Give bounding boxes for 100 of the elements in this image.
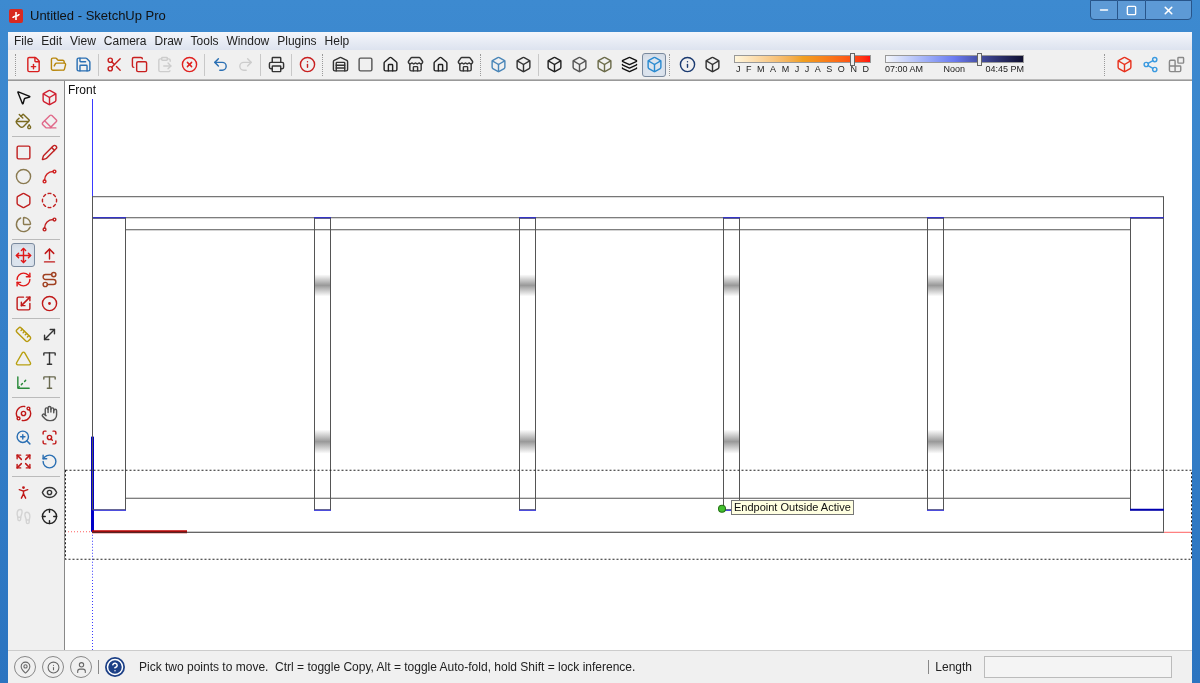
magnifier-icon [14, 428, 32, 446]
month-label: S [826, 64, 833, 74]
menu-item[interactable]: View [66, 33, 100, 49]
month-slider[interactable] [734, 55, 871, 63]
maximize-icon [1126, 4, 1137, 16]
arc-icon [40, 191, 58, 209]
layers-icon [620, 56, 638, 73]
hexagon-icon [14, 191, 32, 209]
text-icon [40, 349, 58, 367]
undo-icon [40, 452, 58, 470]
folder-icon [49, 56, 67, 73]
redo-icon [236, 56, 254, 73]
window-title: Untitled - SketchUp Pro [30, 7, 166, 26]
time-label: 07:00 AM [885, 64, 924, 74]
cube-icon [545, 56, 563, 73]
crosshair-icon [40, 507, 58, 525]
menu-item[interactable]: Edit [37, 33, 67, 49]
delete-icon [180, 56, 198, 73]
cube-icon [703, 56, 721, 73]
info-icon [298, 56, 316, 73]
month-label: J [804, 64, 810, 74]
ruler-icon [14, 325, 32, 343]
scissors-icon [105, 56, 123, 73]
time-slider[interactable] [885, 55, 1024, 63]
house-icon [381, 56, 399, 73]
measurements-field[interactable] [984, 656, 1172, 678]
offset-icon [40, 294, 58, 312]
month-label: A [814, 64, 821, 74]
month-label: D [862, 64, 869, 74]
month-label: J [736, 64, 741, 74]
copy-icon [130, 56, 148, 73]
curve-icon [40, 167, 58, 185]
menu-item[interactable]: Help [320, 33, 354, 49]
month-label: N [850, 64, 857, 74]
rotate-icon [14, 270, 32, 288]
menu-item[interactable]: File [10, 33, 38, 49]
house-icon [331, 56, 349, 73]
square-icon [356, 56, 374, 73]
menu-item[interactable]: Tools [186, 33, 223, 49]
close-button[interactable] [1145, 0, 1192, 20]
viewport[interactable]: Front Endpoint Outside Active [65, 81, 1192, 650]
month-label: M [781, 64, 790, 74]
pie-icon [14, 215, 32, 233]
scene-label: Front [68, 81, 97, 99]
menu-item[interactable]: Camera [99, 33, 151, 49]
footprints-icon [14, 507, 32, 525]
move-arrows-icon [14, 246, 32, 264]
help-button[interactable] [105, 657, 125, 677]
status-message: Pick two points to move. Ctrl = toggle Copy, Alt = toggle Auto-fold, hold Shift = lock inference. [139, 659, 636, 676]
month-label: O [837, 64, 845, 74]
expand-icon [14, 452, 32, 470]
time-label: 04:45 PM [985, 64, 1024, 74]
orbit-icon [14, 404, 32, 422]
circle-icon [14, 167, 32, 185]
menu-item[interactable]: Plugins [273, 33, 321, 49]
cube-icon [595, 56, 613, 73]
magnifier-icon [40, 428, 58, 446]
printer-icon [267, 56, 285, 73]
cube-icon [570, 56, 588, 73]
month-label: M [757, 64, 765, 74]
sketchup-logo-icon [8, 8, 24, 24]
menu-item[interactable]: Draw [150, 33, 187, 49]
house-icon [406, 56, 424, 73]
undo-icon [211, 56, 229, 73]
menu-item[interactable]: Window [222, 33, 274, 49]
scale-icon [14, 294, 32, 312]
user-icon [74, 660, 88, 674]
slider-thumb[interactable] [977, 53, 983, 66]
pointer-icon [14, 88, 32, 106]
path-icon [40, 270, 58, 288]
house-icon [431, 56, 449, 73]
slider-thumb[interactable] [850, 53, 856, 66]
close-icon [1162, 3, 1175, 17]
house-icon [456, 56, 474, 73]
endpoint-marker-icon [718, 504, 726, 513]
hand-icon [40, 404, 58, 422]
clipboard-icon [155, 56, 173, 73]
month-label: F [746, 64, 752, 74]
paint-bucket-icon [14, 112, 32, 130]
info-icon [678, 56, 696, 73]
rectangle-icon [14, 143, 32, 161]
share-icon [1141, 56, 1159, 73]
eraser-icon [40, 112, 58, 130]
triangle-icon [14, 349, 32, 367]
maximize-button[interactable] [1118, 0, 1145, 20]
time-label: Noon [943, 64, 965, 74]
blocks-icon [1167, 56, 1185, 73]
cube-icon [489, 56, 507, 73]
pencil-icon [40, 143, 58, 161]
text-icon [40, 373, 58, 391]
cube-icon [645, 56, 663, 73]
arc-icon [40, 215, 58, 233]
info-icon [46, 660, 60, 674]
help-icon [106, 658, 124, 676]
month-label: J [794, 64, 800, 74]
move-tool-button[interactable] [11, 243, 35, 267]
minimize-button[interactable] [1090, 0, 1118, 20]
measurements-label: Length [935, 659, 972, 676]
new-file-icon [24, 56, 42, 73]
cube-icon [514, 56, 532, 73]
